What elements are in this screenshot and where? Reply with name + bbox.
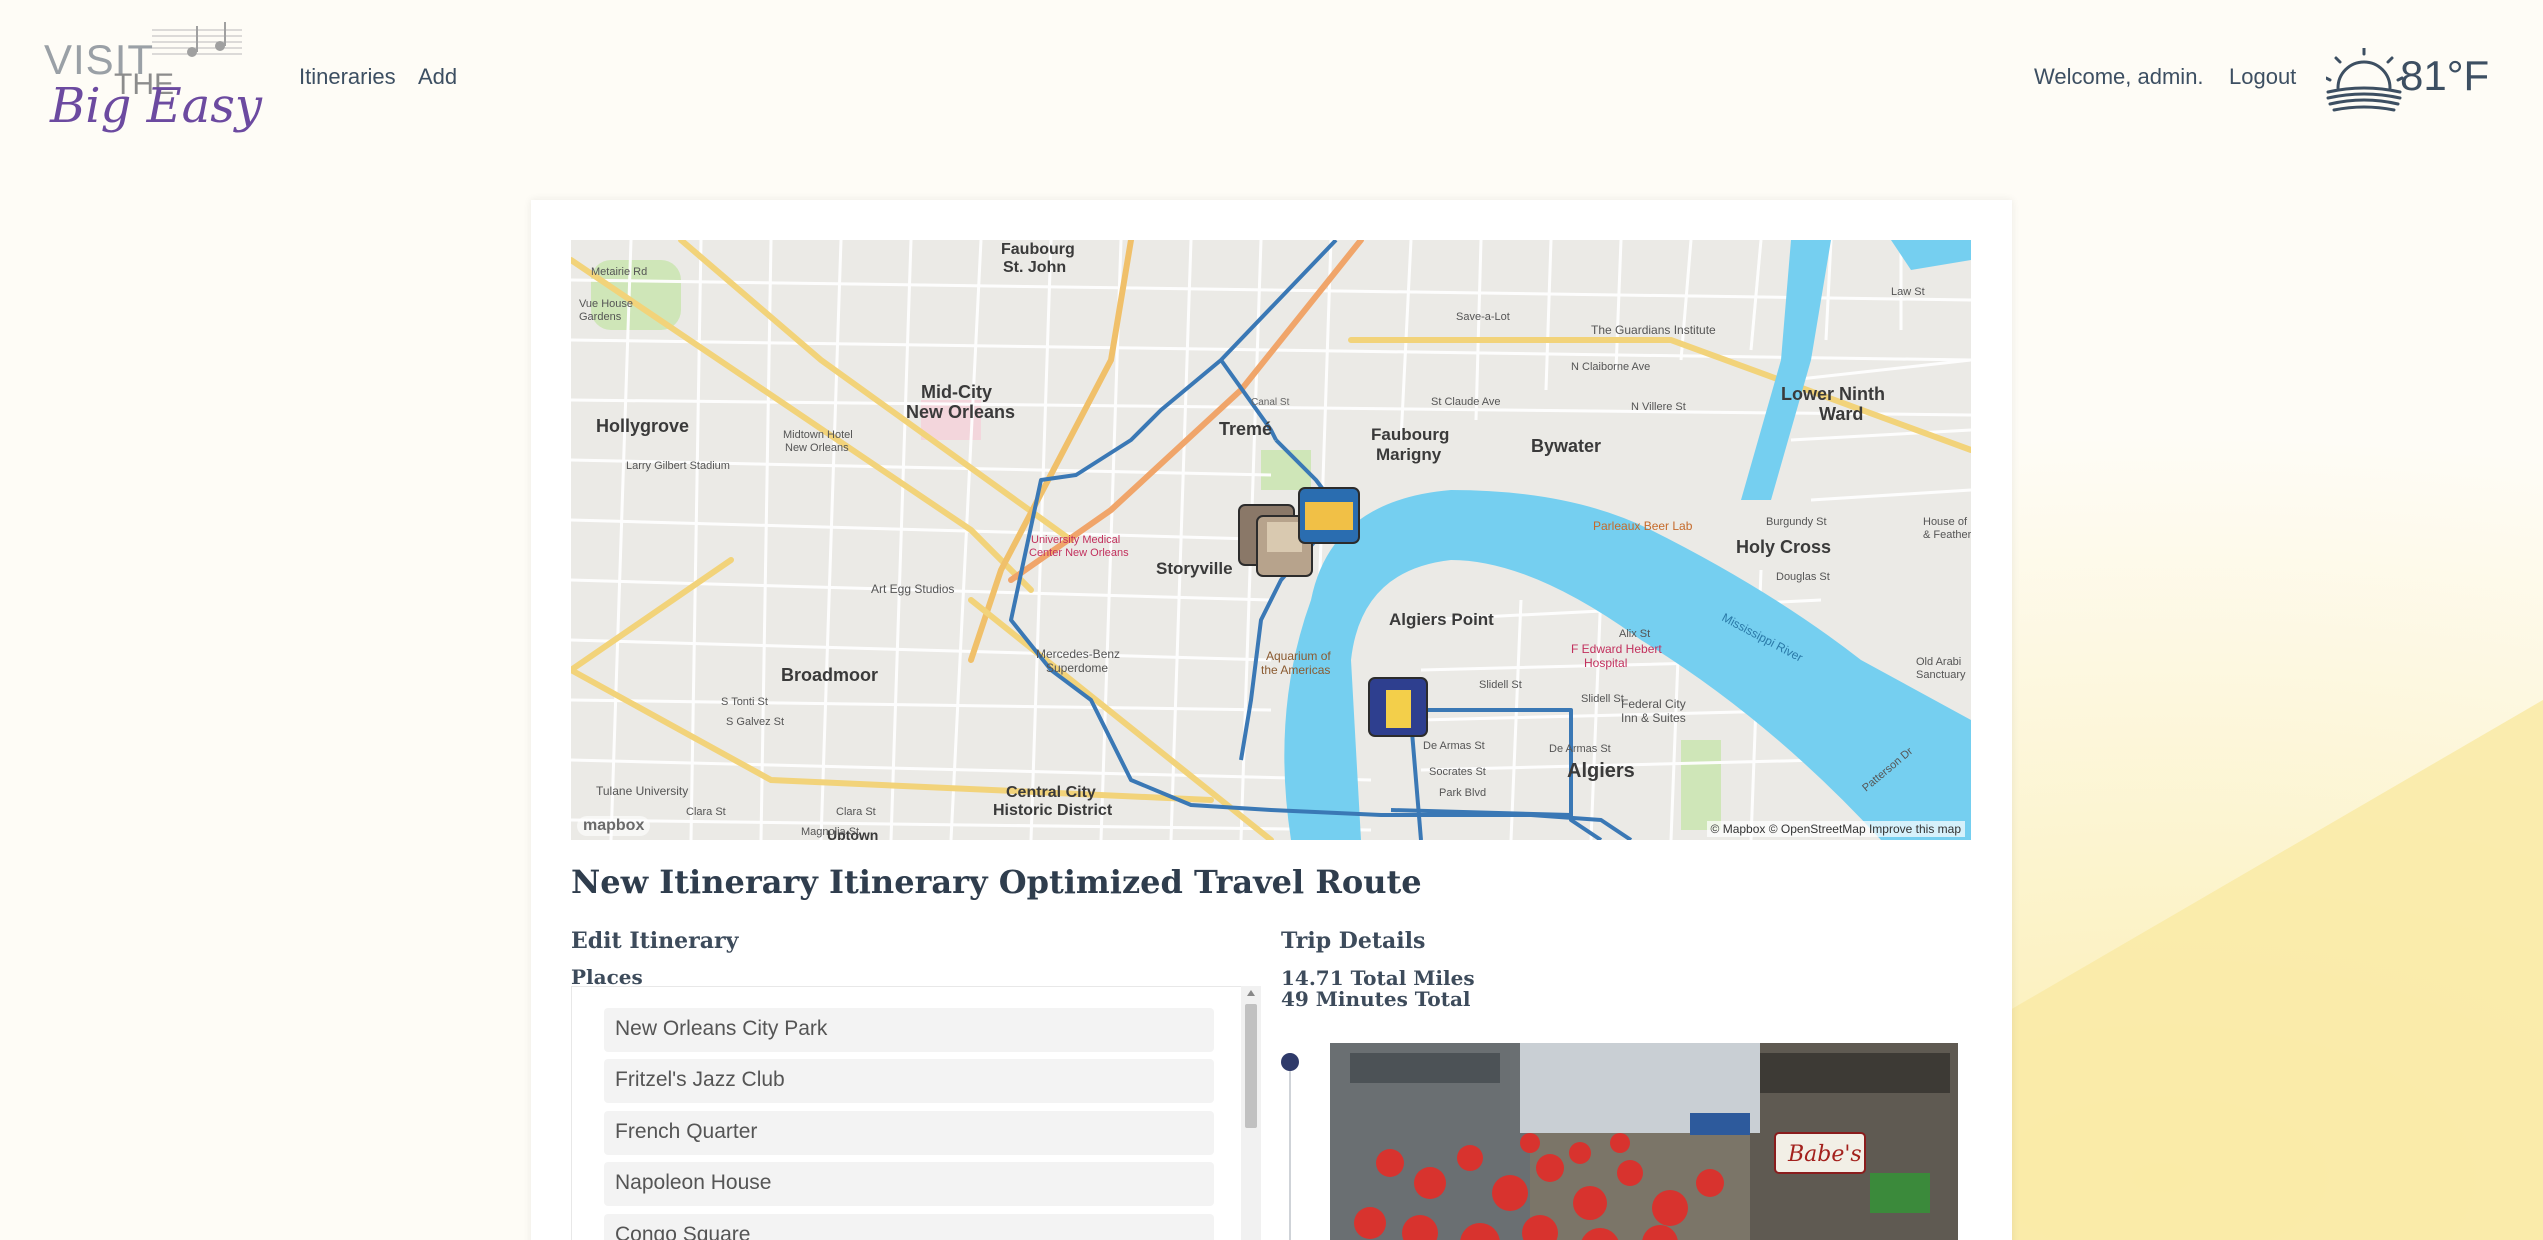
place-item[interactable]: French Quarter bbox=[604, 1111, 1214, 1155]
svg-text:Algiers Point: Algiers Point bbox=[1389, 610, 1494, 629]
place-item[interactable]: Napoleon House bbox=[604, 1162, 1214, 1206]
svg-text:Mercedes-Benz: Mercedes-Benz bbox=[1036, 647, 1120, 661]
svg-text:Sanctuary: Sanctuary bbox=[1916, 669, 1966, 681]
svg-text:Central City: Central City bbox=[1006, 784, 1096, 801]
svg-text:Lower Ninth: Lower Ninth bbox=[1781, 384, 1885, 404]
svg-text:St Claude Ave: St Claude Ave bbox=[1431, 396, 1501, 408]
svg-text:De Armas St: De Armas St bbox=[1423, 740, 1485, 752]
places-list[interactable]: New Orleans City Park Fritzel's Jazz Clu… bbox=[571, 986, 1261, 1240]
svg-text:the Americas: the Americas bbox=[1261, 663, 1330, 677]
svg-text:Canal St: Canal St bbox=[1251, 397, 1290, 408]
svg-text:New Orleans: New Orleans bbox=[906, 402, 1015, 422]
nav-add-link[interactable]: Add bbox=[418, 64, 457, 90]
svg-text:Tulane University: Tulane University bbox=[596, 784, 688, 798]
svg-text:Vue House: Vue House bbox=[579, 298, 633, 310]
mapbox-logo[interactable]: mapbox bbox=[577, 816, 651, 836]
svg-text:Park Blvd: Park Blvd bbox=[1439, 787, 1486, 799]
svg-text:Socrates St: Socrates St bbox=[1429, 766, 1486, 778]
trip-details-heading: Trip Details bbox=[1281, 928, 1426, 954]
itinerary-card: Faubourg St. John Mid-City New Orleans H… bbox=[531, 200, 2012, 1240]
svg-text:Algiers: Algiers bbox=[1567, 760, 1635, 782]
page-title: New Itinerary Itinerary Optimized Travel… bbox=[571, 863, 1422, 901]
svg-text:Douglas St: Douglas St bbox=[1776, 571, 1830, 583]
svg-text:F Edward Hebert: F Edward Hebert bbox=[1571, 642, 1662, 656]
place-photo-marker[interactable] bbox=[1368, 677, 1428, 737]
svg-text:Faubourg: Faubourg bbox=[1001, 241, 1075, 258]
temperature: 81°F bbox=[2400, 52, 2490, 99]
svg-text:Alix St: Alix St bbox=[1619, 628, 1650, 640]
svg-text:Clara St: Clara St bbox=[836, 806, 876, 818]
map-attribution[interactable]: © Mapbox © OpenStreetMap Improve this ma… bbox=[1706, 821, 1965, 837]
top-navbar: VISIT THE Big Easy Itineraries Add Welco… bbox=[0, 0, 2543, 160]
svg-text:Law St: Law St bbox=[1891, 286, 1925, 298]
svg-text:S Tonti St: S Tonti St bbox=[721, 696, 768, 708]
svg-text:St. John: St. John bbox=[1003, 259, 1066, 276]
route-map[interactable]: Faubourg St. John Mid-City New Orleans H… bbox=[571, 240, 1971, 840]
svg-text:Larry Gilbert Stadium: Larry Gilbert Stadium bbox=[626, 460, 730, 472]
visit-the-big-easy-logo[interactable]: VISIT THE Big Easy bbox=[42, 22, 277, 140]
svg-text:Gardens: Gardens bbox=[579, 311, 622, 323]
svg-text:N Claiborne Ave: N Claiborne Ave bbox=[1571, 361, 1650, 373]
svg-text:Aquarium of: Aquarium of bbox=[1266, 649, 1331, 663]
svg-text:Storyville: Storyville bbox=[1156, 559, 1233, 578]
svg-text:New Orleans: New Orleans bbox=[785, 442, 849, 454]
svg-text:Superdome: Superdome bbox=[1046, 661, 1108, 675]
svg-text:Parleaux Beer Lab: Parleaux Beer Lab bbox=[1593, 519, 1693, 533]
svg-text:Mid-City: Mid-City bbox=[921, 382, 992, 402]
timeline-line bbox=[1289, 1062, 1291, 1240]
map-canvas[interactable]: Faubourg St. John Mid-City New Orleans H… bbox=[571, 240, 1971, 840]
place-photo: Babe's bbox=[1330, 1043, 1958, 1240]
svg-text:Magnolia St: Magnolia St bbox=[801, 826, 859, 838]
svg-text:Save-a-Lot: Save-a-Lot bbox=[1456, 311, 1510, 323]
place-item[interactable]: Congo Square bbox=[604, 1214, 1214, 1240]
svg-text:Metairie Rd: Metairie Rd bbox=[591, 266, 647, 278]
svg-text:De Armas St: De Armas St bbox=[1549, 743, 1611, 755]
svg-text:S Galvez St: S Galvez St bbox=[726, 716, 784, 728]
svg-text:Federal City: Federal City bbox=[1621, 697, 1686, 711]
scrollbar-thumb bbox=[1245, 1004, 1257, 1128]
svg-text:Ward: Ward bbox=[1819, 404, 1863, 424]
place-item[interactable]: Fritzel's Jazz Club bbox=[604, 1059, 1214, 1103]
logout-link[interactable]: Logout bbox=[2229, 64, 2296, 90]
timeline-dot bbox=[1281, 1053, 1299, 1071]
edit-itinerary-heading: Edit Itinerary bbox=[571, 928, 739, 954]
svg-text:Clara St: Clara St bbox=[686, 806, 726, 818]
svg-text:Burgundy St: Burgundy St bbox=[1766, 516, 1827, 528]
svg-text:House of Dance: House of Dance bbox=[1923, 516, 1971, 528]
svg-text:Hospital: Hospital bbox=[1584, 656, 1627, 670]
svg-text:Center New Orleans: Center New Orleans bbox=[1029, 547, 1129, 559]
svg-text:Holy Cross: Holy Cross bbox=[1736, 537, 1831, 557]
svg-text:Midtown Hotel: Midtown Hotel bbox=[783, 429, 853, 441]
svg-text:Marigny: Marigny bbox=[1376, 445, 1442, 464]
svg-text:University Medical: University Medical bbox=[1031, 534, 1120, 546]
svg-text:& Feathers: & Feathers bbox=[1923, 529, 1971, 541]
svg-text:Slidell St: Slidell St bbox=[1581, 693, 1624, 705]
places-scrollbar[interactable] bbox=[1241, 986, 1261, 1240]
park-area bbox=[1681, 740, 1721, 830]
svg-text:Inn & Suites: Inn & Suites bbox=[1621, 711, 1686, 725]
svg-text:Tremé: Tremé bbox=[1219, 419, 1272, 439]
svg-text:Slidell St: Slidell St bbox=[1479, 679, 1522, 691]
svg-text:Art Egg Studios: Art Egg Studios bbox=[871, 582, 954, 596]
svg-text:Broadmoor: Broadmoor bbox=[781, 665, 878, 685]
place-photo-marker[interactable] bbox=[1298, 487, 1360, 544]
svg-text:Bywater: Bywater bbox=[1531, 436, 1601, 456]
svg-text:Faubourg: Faubourg bbox=[1371, 425, 1449, 444]
nav-itineraries-link[interactable]: Itineraries bbox=[299, 64, 396, 90]
svg-text:N Villere St: N Villere St bbox=[1631, 401, 1686, 413]
svg-text:Hollygrove: Hollygrove bbox=[596, 416, 689, 436]
svg-text:Big Easy: Big Easy bbox=[49, 78, 263, 134]
svg-text:The Guardians Institute: The Guardians Institute bbox=[1591, 323, 1716, 337]
svg-text:Old Arabi: Old Arabi bbox=[1916, 656, 1961, 668]
svg-text:Babe's: Babe's bbox=[1787, 1142, 1862, 1167]
total-minutes: 49 Minutes Total bbox=[1281, 987, 1471, 1011]
svg-text:Historic District: Historic District bbox=[993, 802, 1113, 819]
welcome-text: Welcome, admin. bbox=[2034, 64, 2204, 89]
street-parade-photo: Babe's bbox=[1330, 1043, 1958, 1240]
place-item[interactable]: New Orleans City Park bbox=[604, 1008, 1214, 1052]
